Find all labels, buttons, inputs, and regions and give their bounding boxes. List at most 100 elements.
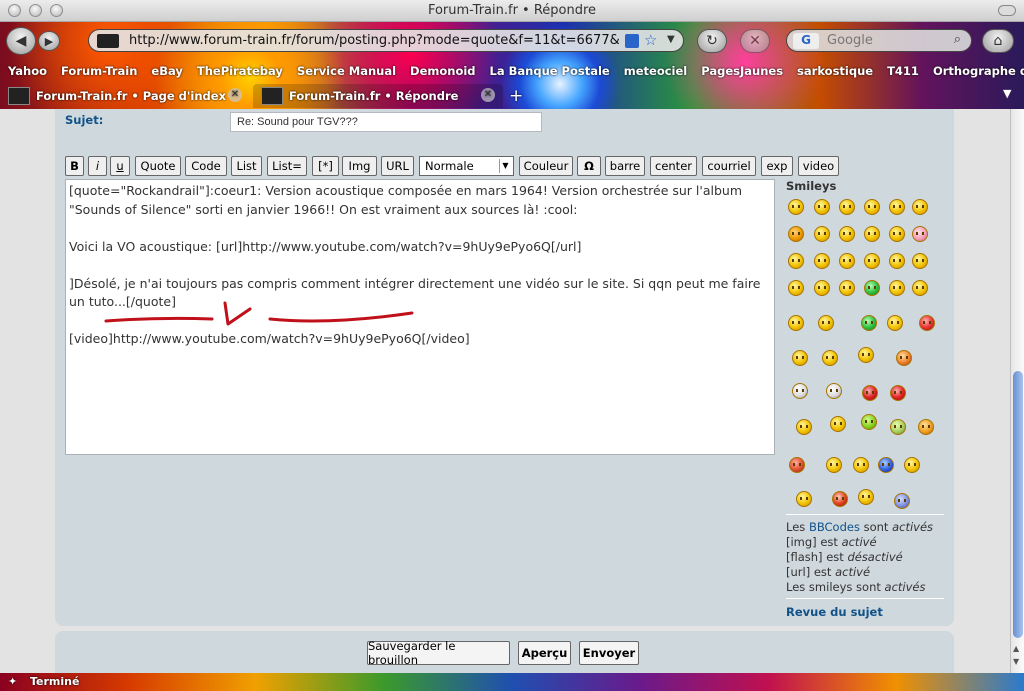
smiley-icon[interactable] (822, 350, 838, 366)
smiley-icon[interactable] (890, 419, 906, 435)
smiley-icon[interactable] (912, 199, 928, 215)
underline-button[interactable]: u (110, 156, 130, 176)
forward-button[interactable]: ▶ (38, 31, 60, 51)
smiley-icon[interactable] (862, 385, 878, 401)
smiley-icon[interactable] (864, 253, 880, 269)
smiley-icon[interactable] (912, 280, 928, 296)
smiley-icon[interactable] (887, 315, 903, 331)
tab-repondre[interactable]: Forum-Train.fr • Répondre ✕ (253, 84, 503, 108)
search-box[interactable]: G Google ⌕ (786, 29, 972, 52)
smiley-icon[interactable] (826, 457, 842, 473)
back-button[interactable]: ◀ (6, 27, 36, 55)
color-button[interactable]: Couleur (519, 156, 573, 176)
smiley-icon[interactable] (788, 226, 804, 242)
font-size-select[interactable]: Normale ▼ (419, 156, 514, 176)
smiley-icon[interactable] (839, 253, 855, 269)
smiley-icon[interactable] (853, 457, 869, 473)
bookmark-star-icon[interactable]: ☆ (644, 31, 657, 49)
superscript-button[interactable]: exp (761, 156, 793, 176)
scrollbar-thumb[interactable] (1013, 371, 1023, 638)
new-tab-button[interactable]: + (509, 86, 523, 106)
rss-feed-icon[interactable] (625, 34, 639, 48)
smiley-icon[interactable] (890, 385, 906, 401)
list-item-button[interactable]: [*] (312, 156, 339, 176)
bookmark-item[interactable]: eBay (151, 64, 182, 84)
smiley-icon[interactable] (826, 383, 842, 399)
smiley-icon[interactable] (919, 315, 935, 331)
smiley-icon[interactable] (889, 199, 905, 215)
save-draft-button[interactable]: Sauvegarder le brouillon (367, 639, 510, 667)
home-button[interactable]: ⌂ (982, 29, 1014, 53)
bookmark-item[interactable]: T411 (887, 64, 919, 84)
tab-page-index[interactable]: Forum-Train.fr • Page d'index ✕ (0, 84, 250, 108)
bold-button[interactable]: B (65, 156, 84, 176)
bookmark-item[interactable]: ThePiratebay (197, 64, 283, 84)
smiley-icon[interactable] (839, 280, 855, 296)
smiley-icon[interactable] (839, 226, 855, 242)
stop-button[interactable]: ✕ (740, 29, 770, 53)
img-button[interactable]: Img (342, 156, 377, 176)
omega-button[interactable]: Ω (577, 156, 601, 176)
bookmark-item[interactable]: sarkostique (797, 64, 873, 84)
bbcodes-link[interactable]: BBCodes (809, 520, 860, 534)
bookmark-item[interactable]: Service Manual (297, 64, 396, 84)
scroll-up-icon[interactable]: ▲ (1013, 644, 1019, 653)
smiley-icon[interactable] (788, 199, 804, 215)
bookmark-item[interactable]: Orthographe du bret... (933, 64, 1024, 84)
smiley-icon[interactable] (792, 350, 808, 366)
smiley-icon[interactable] (878, 457, 894, 473)
search-icon[interactable]: ⌕ (954, 32, 961, 47)
smiley-icon[interactable] (889, 253, 905, 269)
smiley-icon[interactable] (814, 253, 830, 269)
bookmark-item[interactable]: Forum-Train (61, 64, 137, 84)
smiley-icon[interactable] (839, 199, 855, 215)
video-button[interactable]: video (798, 156, 839, 176)
smiley-icon[interactable] (904, 457, 920, 473)
smiley-icon[interactable] (894, 493, 910, 509)
preview-button[interactable]: Aperçu (518, 641, 571, 665)
scroll-down-icon[interactable]: ▼ (1013, 657, 1019, 666)
smiley-icon[interactable] (889, 280, 905, 296)
google-logo-icon[interactable]: G (793, 33, 819, 49)
bookmark-item[interactable]: PagesJaunes (701, 64, 783, 84)
url-dropdown-icon[interactable]: ▼ (667, 34, 675, 45)
smiley-icon[interactable] (796, 491, 812, 507)
smiley-icon[interactable] (858, 347, 874, 363)
smiley-icon[interactable] (861, 414, 877, 430)
smiley-icon[interactable] (814, 226, 830, 242)
toolbar-toggle-button[interactable] (998, 5, 1016, 16)
smiley-icon[interactable] (832, 491, 848, 507)
smiley-icon[interactable] (896, 350, 912, 366)
ordered-list-button[interactable]: List= (267, 156, 307, 176)
tab-list-icon[interactable]: ▼ (1003, 87, 1011, 100)
bookmark-item[interactable]: Yahoo (8, 64, 47, 84)
email-button[interactable]: courriel (702, 156, 756, 176)
smiley-icon[interactable] (889, 226, 905, 242)
code-button[interactable]: Code (185, 156, 227, 176)
smiley-icon[interactable] (912, 253, 928, 269)
strike-button[interactable]: barre (605, 156, 645, 176)
quote-button[interactable]: Quote (135, 156, 181, 176)
reload-button[interactable]: ↻ (697, 29, 727, 53)
list-button[interactable]: List (231, 156, 262, 176)
smiley-icon[interactable] (818, 315, 834, 331)
url-bar[interactable]: http://www.forum-train.fr/forum/posting.… (88, 29, 684, 52)
smiley-icon[interactable] (814, 199, 830, 215)
bookmark-item[interactable]: meteociel (624, 64, 687, 84)
smiley-icon[interactable] (814, 280, 830, 296)
subject-input[interactable] (230, 112, 542, 132)
center-button[interactable]: center (650, 156, 697, 176)
smiley-icon[interactable] (796, 419, 812, 435)
smiley-icon[interactable] (864, 226, 880, 242)
smiley-icon[interactable] (788, 315, 804, 331)
tab-close-icon[interactable]: ✕ (481, 88, 495, 102)
smiley-icon[interactable] (788, 280, 804, 296)
smiley-icon[interactable] (789, 457, 805, 473)
bookmark-item[interactable]: La Banque Postale (490, 64, 610, 84)
bookmark-item[interactable]: Demonoid (410, 64, 476, 84)
vertical-scrollbar[interactable]: ▲ ▼ (1010, 109, 1024, 673)
topic-review-link[interactable]: Revue du sujet (786, 605, 883, 619)
tab-close-icon[interactable]: ✕ (228, 88, 242, 102)
smiley-icon[interactable] (861, 315, 877, 331)
smiley-icon[interactable] (918, 419, 934, 435)
